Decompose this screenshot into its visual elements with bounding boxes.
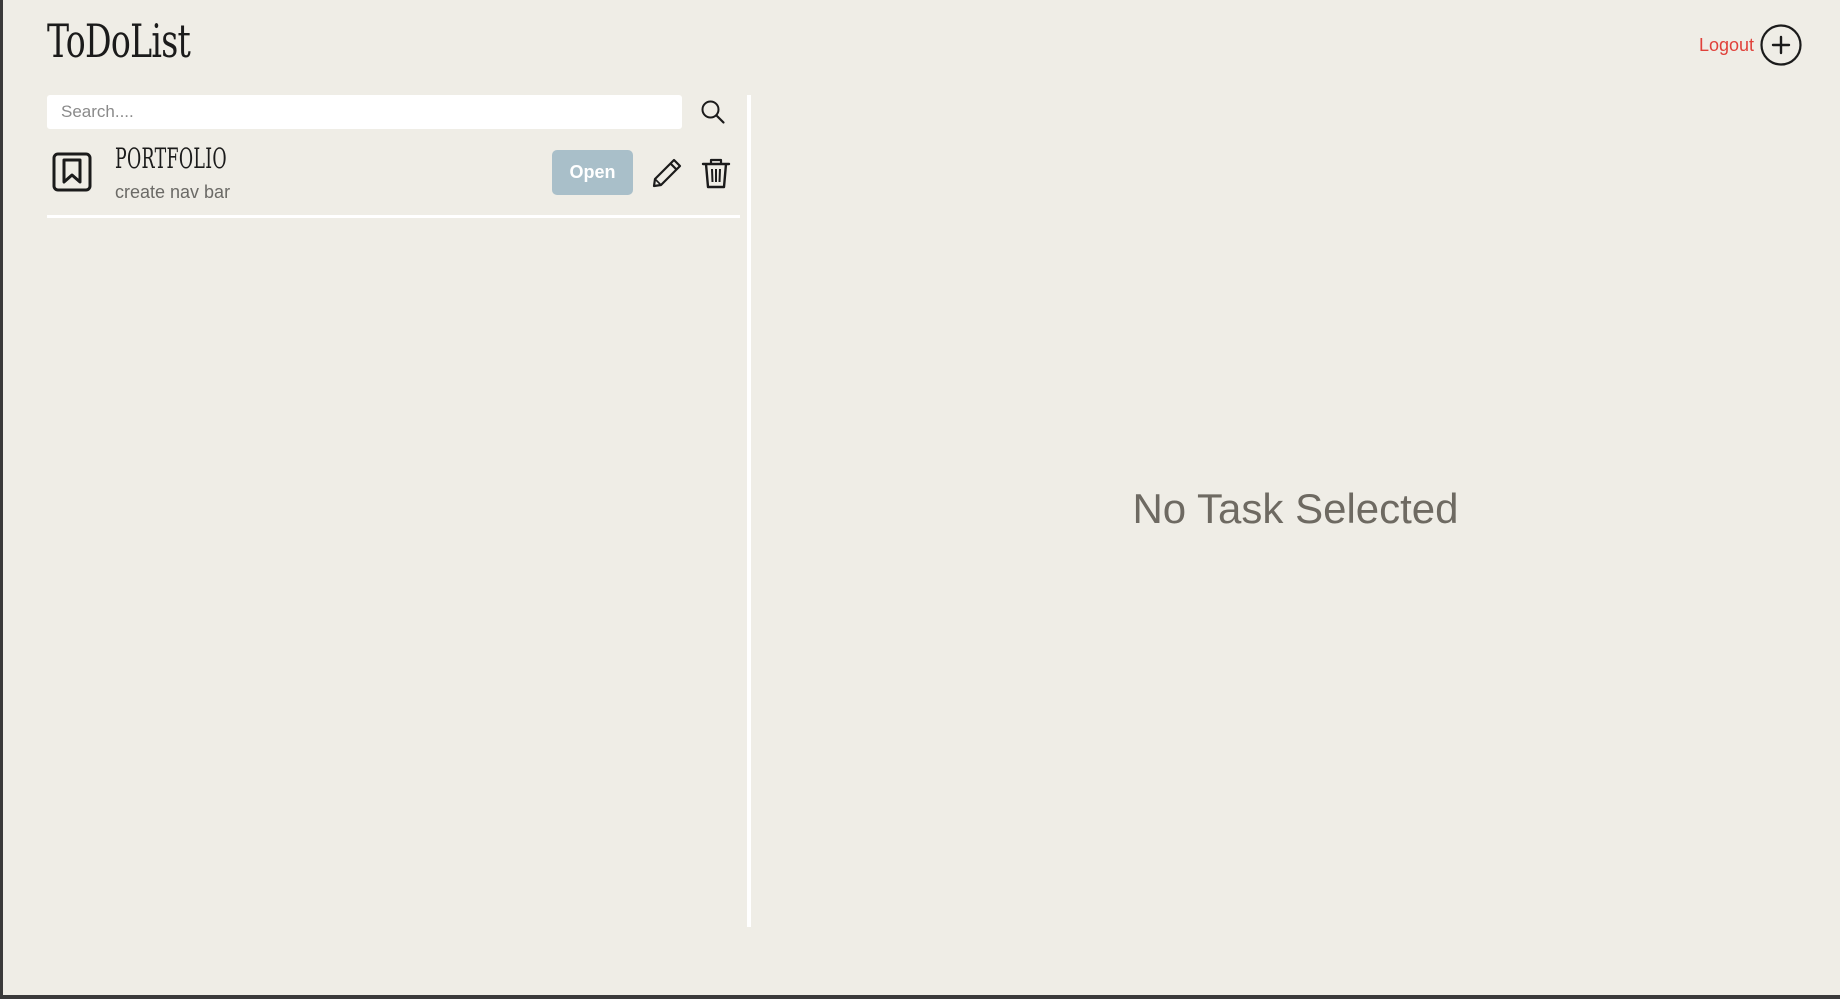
task-title: PORTFOLIO <box>115 142 227 175</box>
task-description: create nav bar <box>115 182 231 202</box>
empty-state-message: No Task Selected <box>1132 485 1459 532</box>
edit-task-button[interactable] <box>650 156 684 190</box>
task-list-item[interactable]: PORTFOLIO create nav bar Open <box>47 142 740 218</box>
app-window: ToDoList Logout PORTFOLIO crea <box>0 0 1840 999</box>
add-task-button[interactable] <box>1760 24 1802 66</box>
search-icon <box>701 100 725 124</box>
search-button[interactable] <box>699 98 727 126</box>
header-actions: Logout <box>1699 24 1802 66</box>
open-task-button[interactable]: Open <box>552 150 633 195</box>
app-title: ToDoList <box>47 14 191 68</box>
plus-circle-icon <box>1760 24 1802 66</box>
delete-task-button[interactable] <box>700 156 732 190</box>
search-input[interactable] <box>47 95 682 129</box>
trash-icon <box>701 158 731 189</box>
bookmark-icon <box>52 152 92 192</box>
logout-link[interactable]: Logout <box>1699 35 1754 56</box>
search-bar <box>47 95 727 129</box>
pencil-icon <box>652 158 682 188</box>
